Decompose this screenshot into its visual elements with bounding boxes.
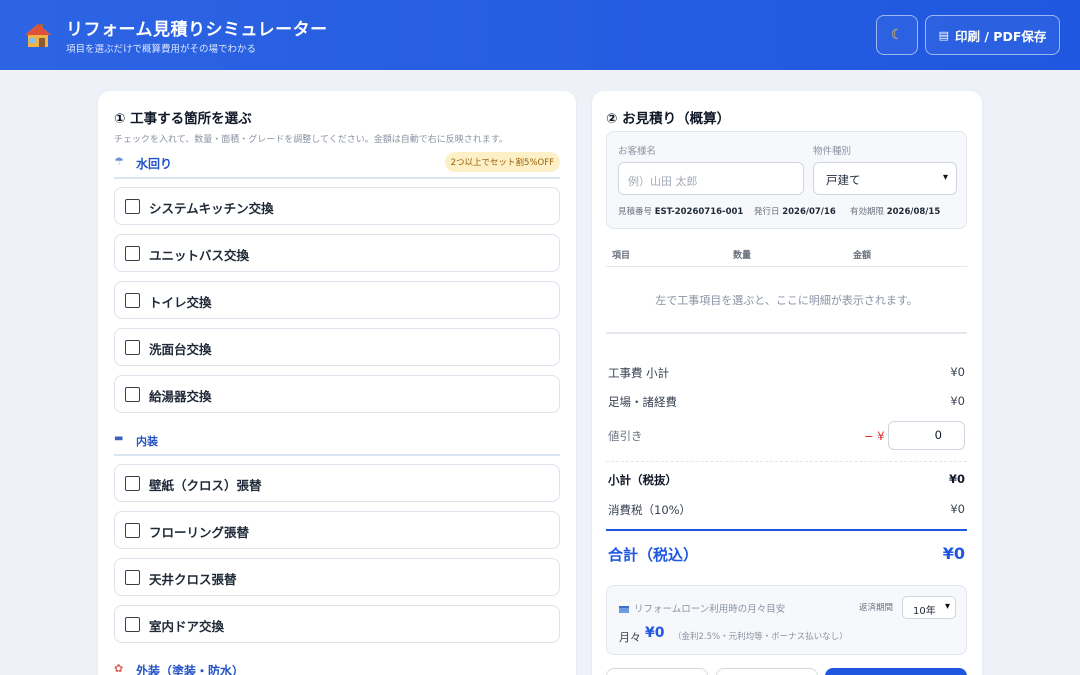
category-label: 水回り: [136, 157, 173, 171]
option-item[interactable]: システムキッチン交換: [114, 187, 560, 225]
scaffold-label: 足場・諸経費: [608, 395, 677, 409]
option-label: 給湯器交換: [149, 389, 212, 404]
loan-title: リフォームローン利用時の月々目安: [619, 601, 785, 615]
dark-mode-button[interactable]: ☾: [876, 15, 918, 55]
checkbox[interactable]: [125, 293, 140, 308]
property-type-label: 物件種別: [813, 146, 852, 157]
option-label: 洗面台交換: [149, 342, 212, 357]
discount-label: 値引き: [608, 429, 643, 443]
category-label: 外装（塗装・防水）: [136, 664, 245, 675]
checkbox[interactable]: [125, 387, 140, 402]
house-icon: [25, 24, 51, 47]
option-item[interactable]: 室内ドア交換: [114, 605, 560, 643]
col-header-item: 項目: [612, 251, 631, 261]
discount-input[interactable]: 0: [888, 421, 965, 450]
checkbox[interactable]: [125, 340, 140, 355]
selection-hint: チェックを入れて、数量・面積・グレードを調整してください。金額は自動で右に反映さ…: [114, 135, 508, 145]
loan-monthly-label: 月々: [619, 631, 641, 644]
checkbox[interactable]: [125, 570, 140, 585]
checkbox[interactable]: [125, 476, 140, 491]
printer-icon: ▤: [938, 28, 950, 42]
customer-name-placeholder: 例）山田 太郎: [628, 175, 698, 188]
option-item[interactable]: 給湯器交換: [114, 375, 560, 413]
checkbox[interactable]: [125, 199, 140, 214]
work-subtotal-label: 工事費 小計: [608, 366, 670, 380]
divider: [606, 266, 967, 267]
subtotal-value: ¥0: [948, 472, 965, 486]
tax-value: ¥0: [950, 502, 965, 516]
loan-period-value: 10年: [913, 606, 936, 617]
print-button[interactable]: ▤ 印刷 / PDF保存: [925, 15, 1060, 55]
checkbox[interactable]: [125, 617, 140, 632]
option-label: システムキッチン交換: [149, 201, 274, 216]
divider: [606, 332, 967, 334]
selection-title: ① 工事する箇所を選ぶ: [114, 111, 252, 127]
option-item[interactable]: ユニットバス交換: [114, 234, 560, 272]
app-title: リフォーム見積りシミュレーター: [66, 20, 328, 40]
scaffold-value: ¥0: [950, 394, 965, 408]
category-interior: ▬ 内装: [114, 430, 560, 456]
customer-name-input[interactable]: 例）山田 太郎: [618, 162, 804, 195]
action-button[interactable]: [606, 668, 708, 675]
estimate-panel: ② お見積り（概算） お客様名 例）山田 太郎 物件種別 戸建て ▾ 見積番号 …: [592, 91, 982, 675]
discount-value: 0: [934, 428, 942, 442]
loan-period-label: 返済期間: [859, 603, 894, 613]
option-item[interactable]: トイレ交換: [114, 281, 560, 319]
option-label: 室内ドア交換: [149, 619, 225, 634]
subtotal-label: 小計（税抜）: [608, 473, 677, 487]
option-label: 天井クロス張替: [149, 572, 237, 587]
work-subtotal-value: ¥0: [950, 365, 965, 379]
palette-icon: ✿: [114, 662, 124, 675]
action-button[interactable]: [716, 668, 818, 675]
total-divider: [606, 529, 967, 531]
option-item[interactable]: 天井クロス張替: [114, 558, 560, 596]
option-item[interactable]: フローリング張替: [114, 511, 560, 549]
credit-card-icon: [619, 606, 629, 613]
customer-name-label: お客様名: [618, 146, 657, 157]
selection-panel: ① 工事する箇所を選ぶ チェックを入れて、数量・面積・グレードを調整してください…: [98, 91, 576, 675]
app-subtitle: 項目を選ぶだけで概算費用がその場でわかる: [66, 44, 257, 55]
col-header-qty: 数量: [733, 251, 752, 261]
option-label: 壁紙（クロス）張替: [149, 478, 262, 493]
moon-icon: ☾: [890, 27, 904, 43]
option-item[interactable]: 洗面台交換: [114, 328, 560, 366]
valid-until: 有効期限 2026/08/15: [850, 207, 941, 217]
issue-date: 発行日 2026/07/16: [754, 207, 836, 217]
category-label: 内装: [136, 435, 158, 448]
loan-note: （金利2.5%・元利均等・ボーナス払いなし）: [673, 632, 848, 642]
set-discount-badge: 2つ以上でセット割5%OFF: [444, 152, 560, 172]
estimate-number: 見積番号 EST-20260716-001: [618, 207, 744, 217]
chevron-down-icon: ▾: [944, 601, 950, 612]
property-type-value: 戸建て: [826, 173, 861, 187]
chevron-down-icon: ▾: [942, 172, 948, 183]
loan-period-select[interactable]: 10年 ▾: [902, 596, 956, 619]
checkbox[interactable]: [125, 246, 140, 261]
option-item[interactable]: 壁紙（クロス）張替: [114, 464, 560, 502]
loan-monthly-value: ¥0: [645, 625, 665, 641]
primary-action-button[interactable]: [825, 668, 967, 675]
print-button-label: 印刷 / PDF保存: [955, 28, 1047, 44]
estimate-title: ② お見積り（概算）: [606, 111, 731, 127]
option-label: ユニットバス交換: [149, 248, 250, 263]
loan-box: リフォームローン利用時の月々目安 返済期間 10年 ▾ 月々 ¥0 （金利2.5…: [606, 585, 967, 655]
checkbox[interactable]: [125, 523, 140, 538]
category-water: ☂ 水回り 2つ以上でセット割5%OFF: [114, 152, 560, 179]
tax-label: 消費税（10%）: [608, 503, 692, 517]
col-header-amount: 金額: [853, 251, 872, 261]
total-value: ¥0: [942, 544, 965, 563]
empty-message: 左で工事項目を選ぶと、ここに明細が表示されます。: [655, 294, 918, 307]
customer-info-box: お客様名 例）山田 太郎 物件種別 戸建て ▾ 見積番号 EST-2026071…: [606, 131, 967, 229]
category-exterior: ✿ 外装（塗装・防水）: [114, 660, 560, 675]
option-label: トイレ交換: [149, 295, 212, 310]
discount-sign: − ¥: [864, 429, 885, 443]
divider: [606, 461, 967, 462]
property-type-select[interactable]: 戸建て ▾: [813, 162, 957, 195]
sofa-icon: ▬: [114, 433, 124, 444]
shower-icon: ☂: [114, 155, 124, 168]
option-label: フローリング張替: [149, 525, 250, 540]
app-header: リフォーム見積りシミュレーター 項目を選ぶだけで概算費用がその場でわかる ☾ ▤…: [0, 0, 1080, 70]
total-label: 合計（税込）: [608, 546, 699, 564]
